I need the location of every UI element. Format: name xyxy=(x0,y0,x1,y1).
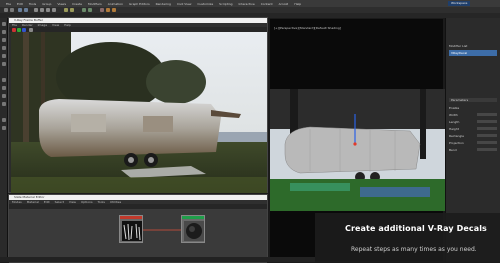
vray-light-icon[interactable] xyxy=(2,78,6,82)
utilities-icon[interactable] xyxy=(2,62,6,66)
menu-views[interactable]: Views xyxy=(57,2,66,6)
workspace-selector[interactable]: Workspace xyxy=(448,1,471,6)
menu-group[interactable]: Group xyxy=(42,2,51,6)
vray-decal-icon[interactable] xyxy=(2,102,6,106)
material-sphere-thumbnail xyxy=(184,221,204,241)
projection-field[interactable] xyxy=(477,141,497,144)
menu-content[interactable]: Content xyxy=(261,2,273,6)
menu-help[interactable]: Help xyxy=(294,2,301,6)
material-node-header xyxy=(182,216,204,219)
menu-animation[interactable]: Animation xyxy=(108,2,123,6)
menu-graph-editors[interactable]: Graph Editors xyxy=(129,2,150,6)
modifier-stack-item[interactable]: VRayDecal xyxy=(449,50,497,56)
snap-icon[interactable] xyxy=(64,8,68,12)
vray-frame-buffer-window: V-Ray Frame Buffer File Render Image Vie… xyxy=(8,17,268,193)
menu-civil-view[interactable]: Civil View xyxy=(177,2,191,6)
vray-fur-icon[interactable] xyxy=(2,118,6,122)
display-icon[interactable] xyxy=(2,54,6,58)
bend-label: Bend xyxy=(449,148,457,152)
height-label: Height xyxy=(449,127,459,131)
viewport-scene-image xyxy=(270,89,445,211)
vray-plane-icon[interactable] xyxy=(2,126,6,130)
modifier-list-dropdown[interactable]: Modifier List xyxy=(449,44,467,48)
motion-icon[interactable] xyxy=(2,46,6,50)
menu-customize[interactable]: Customize xyxy=(197,2,213,6)
menu-edit[interactable]: Edit xyxy=(17,2,23,6)
length-field[interactable] xyxy=(477,120,497,123)
menu-interactive[interactable]: Interactive xyxy=(239,2,255,6)
height-field[interactable] xyxy=(477,127,497,130)
render-frame-icon[interactable] xyxy=(112,8,116,12)
slate-material-editor: Slate Material Editor Modes Material Edi… xyxy=(8,194,268,263)
link-icon[interactable] xyxy=(18,8,22,12)
projection-label: Projection xyxy=(449,141,464,145)
hierarchy-icon[interactable] xyxy=(2,38,6,42)
menu-arnold[interactable]: Arnold xyxy=(279,2,289,6)
render-icon[interactable] xyxy=(106,8,110,12)
mirror-icon[interactable] xyxy=(82,8,86,12)
redo-icon[interactable] xyxy=(10,8,14,12)
bitmap-node-header xyxy=(120,216,142,219)
bend-field[interactable] xyxy=(477,148,497,151)
menu-scripting[interactable]: Scripting xyxy=(219,2,232,6)
width-field[interactable] xyxy=(477,113,497,116)
length-label: Length xyxy=(449,120,460,124)
modifier-vraydecal-label: VRayDecal xyxy=(451,51,468,55)
viewport-label[interactable]: [+][Perspective][Standard][Default Shadi… xyxy=(274,26,341,30)
menu-file[interactable]: File xyxy=(6,2,11,6)
modify-panel-icon[interactable] xyxy=(2,30,6,34)
vray-proxy-icon[interactable] xyxy=(2,94,6,98)
render-preview-image xyxy=(11,32,267,193)
move-icon[interactable] xyxy=(40,8,44,12)
menu-modifiers[interactable]: Modifiers xyxy=(88,2,102,6)
rotate-icon[interactable] xyxy=(46,8,50,12)
rectangle-label: Rectangle xyxy=(449,134,464,138)
menu-bar: File Edit Tools Group Views Create Modif… xyxy=(0,0,500,7)
angle-snap-icon[interactable] xyxy=(70,8,74,12)
rectangle-field[interactable] xyxy=(477,134,497,137)
unlink-icon[interactable] xyxy=(24,8,28,12)
create-panel-icon[interactable] xyxy=(2,22,6,26)
left-toolbar xyxy=(0,18,8,262)
menu-rendering[interactable]: Rendering xyxy=(156,2,171,6)
undo-icon[interactable] xyxy=(4,8,8,12)
caption-title: Create additional V-Ray Decals xyxy=(345,224,487,233)
vray-camera-icon[interactable] xyxy=(2,86,6,90)
render-setup-icon[interactable] xyxy=(100,8,104,12)
bitmap-node[interactable] xyxy=(119,215,143,243)
menu-tools[interactable]: Tools xyxy=(29,2,36,6)
material-node[interactable] xyxy=(181,215,205,243)
parameters-rollout-header[interactable]: Parameters xyxy=(449,98,497,102)
align-icon[interactable] xyxy=(88,8,92,12)
parameters-label: Parameters xyxy=(451,98,469,102)
status-bar xyxy=(0,257,315,262)
scale-icon[interactable] xyxy=(52,8,56,12)
slate-node-canvas[interactable] xyxy=(9,209,267,263)
tutorial-caption-overlay: Create additional V-Ray Decals Repeat st… xyxy=(315,213,500,262)
select-icon[interactable] xyxy=(34,8,38,12)
bitmap-thumbnail xyxy=(122,221,142,241)
enable-checkbox-label[interactable]: Enable xyxy=(449,106,459,110)
width-label: Width xyxy=(449,113,458,117)
node-connection-wire xyxy=(143,229,183,231)
caption-subtitle: Repeat steps as many times as you need. xyxy=(351,246,477,253)
menu-create[interactable]: Create xyxy=(72,2,82,6)
